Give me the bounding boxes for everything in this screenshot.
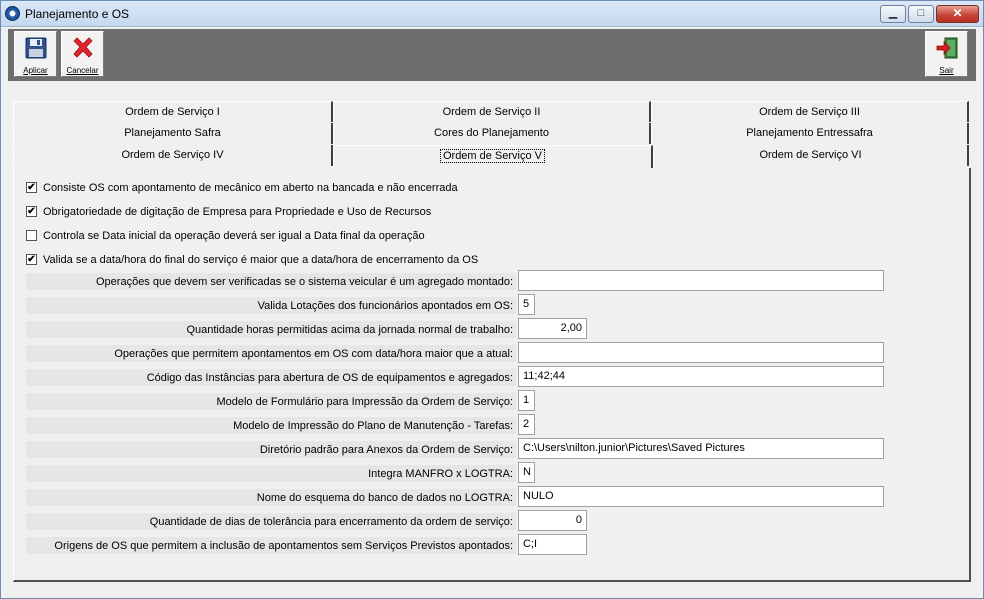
modelo-impressao-plano-input[interactable]: 2 xyxy=(518,414,535,435)
close-icon: ✕ xyxy=(952,6,963,20)
valida-lotacoes-input[interactable]: 5 xyxy=(518,294,535,315)
field-label: Integra MANFRO x LOGTRA: xyxy=(26,465,516,482)
field-label: Origens de OS que permitem a inclusão de… xyxy=(26,537,516,554)
maximize-button[interactable]: □ xyxy=(908,5,934,23)
exit-label: Sair xyxy=(939,66,954,75)
tab-ordem-servico-2[interactable]: Ordem de Serviço II xyxy=(333,101,651,122)
integra-manfro-logtra-input[interactable]: N xyxy=(518,462,535,483)
modelo-formulario-input[interactable]: 1 xyxy=(518,390,535,411)
apply-label: Aplicar xyxy=(23,66,48,75)
tab-label: Ordem de Serviço V xyxy=(439,149,546,163)
minimize-button[interactable]: ▁ xyxy=(880,5,906,23)
tab-ordem-servico-6[interactable]: Ordem de Serviço VI xyxy=(653,145,969,166)
esquema-logtra-input[interactable]: NULO xyxy=(518,486,884,507)
exit-button[interactable]: Sair xyxy=(925,31,968,77)
field-label: Quantidade de dias de tolerância para en… xyxy=(26,513,516,530)
save-icon xyxy=(24,36,48,60)
diretorio-anexos-input[interactable]: C:\Users\nilton.junior\Pictures\Saved Pi… xyxy=(518,438,884,459)
field-label: Nome do esquema do banco de dados no LOG… xyxy=(26,489,516,506)
title-bar: Planejamento e OS ▁ □ ✕ xyxy=(1,1,983,27)
maximize-icon: □ xyxy=(917,7,925,19)
tab-ordem-servico-1[interactable]: Ordem de Serviço I xyxy=(13,101,333,122)
checkbox-label: Valida se a data/hora do final do serviç… xyxy=(43,254,479,266)
tab-planejamento-entressafra[interactable]: Planejamento Entressafra xyxy=(651,123,969,144)
field-label: Modelo de Impressão do Plano de Manutenç… xyxy=(26,417,516,434)
field-label: Operações que devem ser verificadas se o… xyxy=(26,273,516,290)
field-label: Código das Instâncias para abertura de O… xyxy=(26,369,516,386)
origens-os-input[interactable]: C;I xyxy=(518,534,587,555)
checkbox-label: Obrigatoriedade de digitação de Empresa … xyxy=(43,206,432,218)
close-window-button[interactable]: ✕ xyxy=(936,5,979,23)
tab-label: Ordem de Serviço III xyxy=(759,106,860,118)
field-label: Quantidade horas permitidas acima da jor… xyxy=(26,321,516,338)
tab-label: Planejamento Entressafra xyxy=(746,127,873,139)
tab-panel-ordem-servico-5: ✔ Consiste OS com apontamento de mecânic… xyxy=(13,168,971,582)
horas-permitidas-input[interactable]: 2,00 xyxy=(518,318,587,339)
cancel-x-icon xyxy=(71,36,95,60)
main-window: Planejamento e OS ▁ □ ✕ Aplicar Cancelar… xyxy=(0,0,984,599)
tab-planejamento-safra[interactable]: Planejamento Safra xyxy=(13,123,333,144)
tab-cores-planejamento[interactable]: Cores do Planejamento xyxy=(333,123,651,144)
checkbox-label: Consiste OS com apontamento de mecânico … xyxy=(43,182,458,194)
field-label: Modelo de Formulário para Impressão da O… xyxy=(26,393,516,410)
tab-control: Ordem de Serviço I Ordem de Serviço II O… xyxy=(8,87,976,587)
toolbar: Aplicar Cancelar Sair xyxy=(8,29,976,81)
checkbox[interactable]: ✔ xyxy=(26,206,37,217)
dias-tolerancia-input[interactable]: 0 xyxy=(518,510,587,531)
tab-label: Ordem de Serviço I xyxy=(125,106,220,118)
tab-label: Ordem de Serviço IV xyxy=(121,149,224,161)
field-label: Diretório padrão para Anexos da Ordem de… xyxy=(26,441,516,458)
tab-label: Ordem de Serviço II xyxy=(442,106,541,118)
checkbox[interactable]: ✔ xyxy=(26,254,37,265)
field-label: Valida Lotações dos funcionários apontad… xyxy=(26,297,516,314)
cancel-label: Cancelar xyxy=(66,66,99,75)
tab-label: Planejamento Safra xyxy=(124,127,221,139)
field-label: Operações que permitem apontamentos em O… xyxy=(26,345,516,362)
tab-ordem-servico-3[interactable]: Ordem de Serviço III xyxy=(651,101,969,122)
tab-label: Ordem de Serviço VI xyxy=(759,149,862,161)
checkbox[interactable]: ✔ xyxy=(26,182,37,193)
codigo-instancias-input[interactable]: 11;42;44 xyxy=(518,366,884,387)
app-icon xyxy=(5,6,20,21)
exit-door-icon xyxy=(935,36,959,60)
operacoes-agregado-input[interactable] xyxy=(518,270,884,291)
cancel-button[interactable]: Cancelar xyxy=(61,31,104,77)
apply-button[interactable]: Aplicar xyxy=(14,31,57,77)
minimize-icon: ▁ xyxy=(888,7,898,19)
tab-label: Cores do Planejamento xyxy=(434,127,549,139)
window-title: Planejamento e OS xyxy=(25,7,130,21)
tab-ordem-servico-5[interactable]: Ordem de Serviço V xyxy=(333,145,653,168)
checkbox[interactable] xyxy=(26,230,37,241)
tab-ordem-servico-4[interactable]: Ordem de Serviço IV xyxy=(13,145,333,166)
operacoes-data-maior-input[interactable] xyxy=(518,342,884,363)
checkbox-label: Controla se Data inicial da operação dev… xyxy=(43,230,425,242)
